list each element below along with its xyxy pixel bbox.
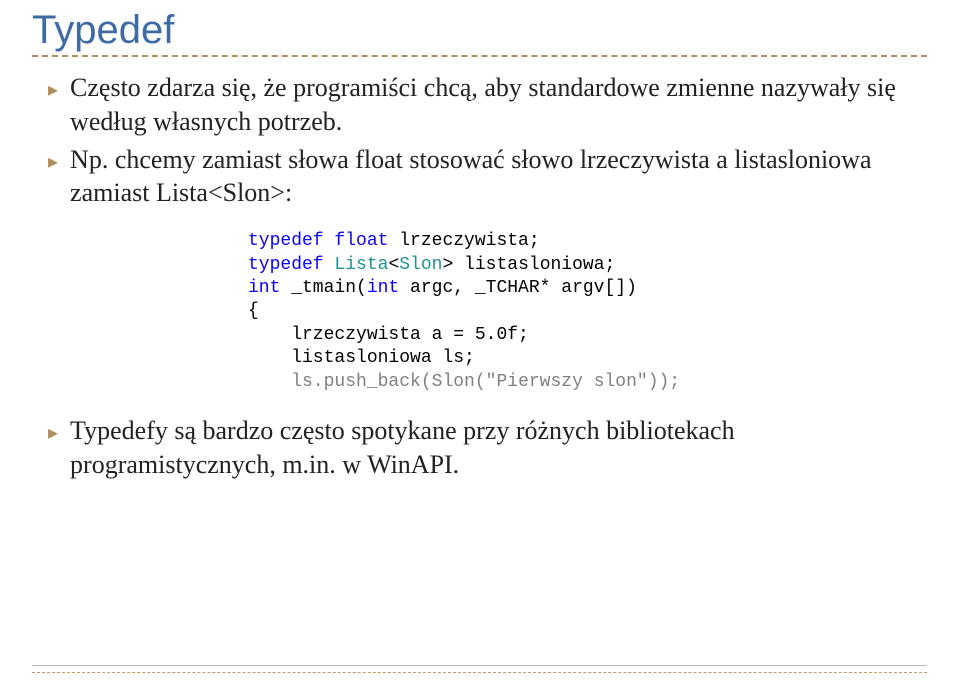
code-type: Lista — [334, 255, 388, 275]
code-type: Slon — [399, 255, 442, 275]
bullet-marker: ▸ — [48, 149, 58, 174]
bullet-text: Np. chcemy zamiast słowa float stosować … — [70, 143, 927, 211]
code-text: ( — [475, 372, 486, 392]
code-type: Slon — [432, 372, 475, 392]
code-keyword: typedef — [248, 255, 334, 275]
code-text: { — [248, 300, 927, 323]
code-text: argc, _TCHAR* argv[]) — [399, 278, 637, 298]
bullet-item: ▸ Np. chcemy zamiast słowa float stosowa… — [48, 143, 927, 211]
code-text: lrzeczywista a = 5.0f; — [248, 324, 927, 347]
code-delim: > — [442, 255, 453, 275]
code-string: "Pierwszy slon" — [486, 372, 648, 392]
slide-title: Typedef — [32, 8, 927, 57]
code-delim: < — [388, 255, 399, 275]
slide-content: ▸ Często zdarza się, że programiści chcą… — [32, 59, 927, 482]
bullet-text: Typedefy są bardzo często spotykane przy… — [70, 414, 927, 482]
code-keyword: int — [367, 278, 399, 298]
bullet-marker: ▸ — [48, 77, 58, 102]
bullet-marker: ▸ — [48, 420, 58, 445]
code-block: typedef float lrzeczywista; typedef List… — [248, 230, 927, 394]
bullet-item: ▸ Często zdarza się, że programiści chcą… — [48, 71, 927, 139]
code-text: )); — [648, 372, 680, 392]
code-keyword: typedef — [248, 231, 334, 251]
code-text: listasloniowa ls; — [248, 347, 927, 370]
code-text: _tmain( — [280, 278, 366, 298]
bullet-text: Często zdarza się, że programiści chcą, … — [70, 71, 927, 139]
footer-divider — [32, 665, 927, 673]
bullet-item: ▸ Typedefy są bardzo często spotykane pr… — [48, 414, 927, 482]
code-text: ls.push_back( — [248, 372, 432, 392]
code-text: lrzeczywista; — [388, 231, 539, 251]
code-keyword: int — [248, 278, 280, 298]
code-text: listasloniowa; — [453, 255, 615, 275]
code-keyword: float — [334, 231, 388, 251]
